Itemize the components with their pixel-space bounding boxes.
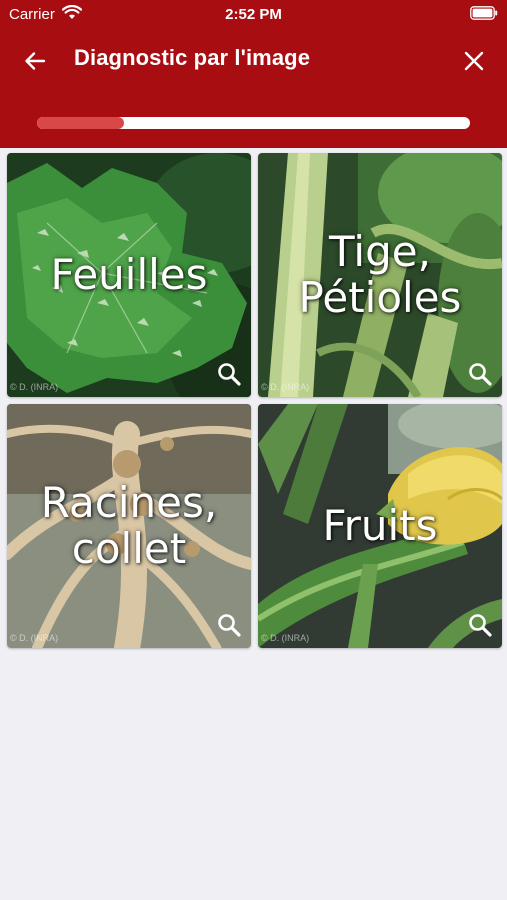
category-grid: Feuilles © D. (INRA) Tige, Pétioles © D.… — [7, 153, 502, 648]
close-icon — [464, 51, 484, 71]
page-title: Diagnostic par l'image — [74, 45, 311, 70]
back-button[interactable] — [18, 44, 52, 78]
photo-credit: © D. (INRA) — [10, 633, 59, 643]
photo-credit: © D. (INRA) — [261, 382, 310, 392]
close-button[interactable] — [457, 44, 491, 78]
category-label: Fruits — [322, 501, 438, 550]
category-tile-feuilles[interactable]: Feuilles © D. (INRA) — [7, 153, 251, 397]
battery-icon — [470, 6, 498, 20]
category-tile-tige-petioles[interactable]: Tige, Pétioles © D. (INRA) — [258, 153, 502, 397]
category-label: Tige, Pétioles — [298, 227, 462, 322]
arrow-left-icon — [25, 52, 46, 70]
zoom-icon[interactable] — [216, 361, 242, 387]
progress-bar — [37, 117, 470, 129]
category-tile-racines-collet[interactable]: Racines, collet © D. (INRA) — [7, 404, 251, 648]
category-label: Racines, collet — [40, 478, 218, 573]
category-label: Feuilles — [50, 250, 208, 299]
photo-credit: © D. (INRA) — [10, 382, 59, 392]
zoom-icon[interactable] — [467, 612, 493, 638]
app-header: Carrier 2:52 PM Diagnostic par l'image — [0, 0, 507, 148]
zoom-icon[interactable] — [467, 361, 493, 387]
clock-time: 2:52 PM — [225, 6, 282, 23]
category-tile-fruits[interactable]: Fruits © D. (INRA) — [258, 404, 502, 648]
zoom-icon[interactable] — [216, 612, 242, 638]
status-bar: Carrier 2:52 PM — [0, 0, 507, 28]
photo-credit: © D. (INRA) — [261, 633, 310, 643]
progress-fill — [37, 117, 124, 129]
